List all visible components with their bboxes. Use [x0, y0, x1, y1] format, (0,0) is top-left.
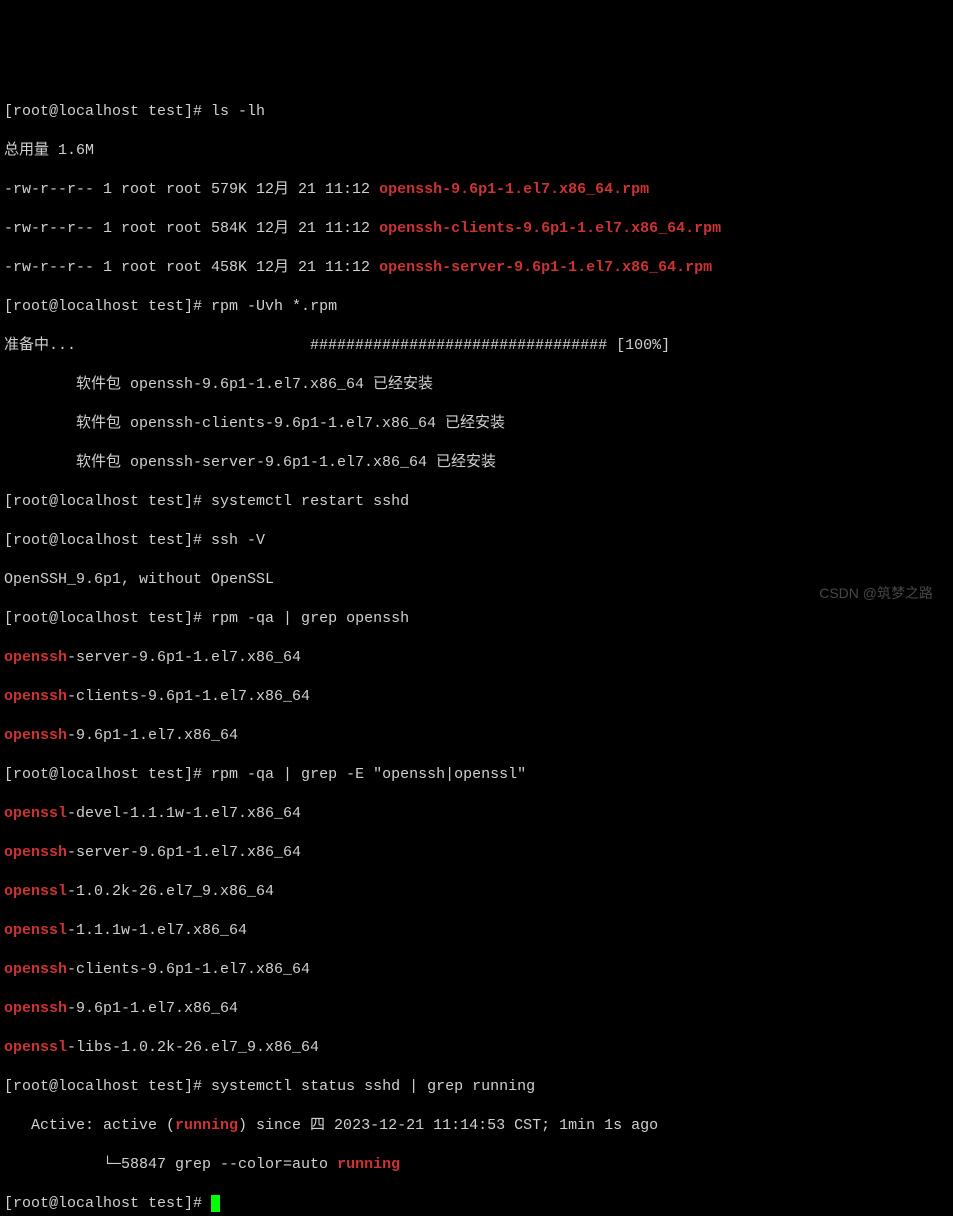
grep-rest: -clients-9.6p1-1.el7.x86_64: [67, 961, 310, 978]
grep-rest: -server-9.6p1-1.el7.x86_64: [67, 844, 301, 861]
grep-match: openssl: [4, 805, 67, 822]
grep-rest: -server-9.6p1-1.el7.x86_64: [67, 649, 301, 666]
filename: openssh-9.6p1-1.el7.x86_64.rpm: [379, 181, 649, 198]
grep-match: openssl: [4, 922, 67, 939]
terminal-output: [root@localhost test]# ls -lh 总用量 1.6M -…: [4, 82, 949, 1216]
grep-rest: -clients-9.6p1-1.el7.x86_64: [67, 688, 310, 705]
ls-perm: -rw-r--r-- 1 root root 579K 12月 21 11:12: [4, 181, 379, 198]
grep-match: openssh: [4, 1000, 67, 1017]
progress-bar: ################################# [100%]: [310, 337, 670, 354]
grep-rest: -9.6p1-1.el7.x86_64: [67, 1000, 238, 1017]
cursor[interactable]: [211, 1195, 220, 1212]
ssh-version: OpenSSH_9.6p1, without OpenSSL: [4, 570, 949, 590]
grep-rest: -devel-1.1.1w-1.el7.x86_64: [67, 805, 301, 822]
grep-rest: -1.1.1w-1.el7.x86_64: [67, 922, 247, 939]
grep-match: openssh: [4, 961, 67, 978]
shell-prompt: [root@localhost test]#: [4, 493, 211, 510]
command: rpm -qa | grep openssh: [211, 610, 409, 627]
status-pre: Active: active (: [31, 1117, 175, 1134]
grep-match: openssl: [4, 883, 67, 900]
filename: openssh-clients-9.6p1-1.el7.x86_64.rpm: [379, 220, 721, 237]
grep-match: openssh: [4, 844, 67, 861]
status-proc: └─58847 grep --color=auto: [103, 1156, 337, 1173]
command: systemctl restart sshd: [211, 493, 409, 510]
command: systemctl status sshd | grep running: [211, 1078, 535, 1095]
grep-rest: -1.0.2k-26.el7_9.x86_64: [67, 883, 274, 900]
pkg-installed: 软件包 openssh-server-9.6p1-1.el7.x86_64 已经…: [4, 453, 949, 473]
status-mid: ) since 四 2023-12-21 11:14:53 CST; 1min …: [238, 1117, 658, 1134]
command: rpm -Uvh *.rpm: [211, 298, 337, 315]
grep-match: openssh: [4, 649, 67, 666]
shell-prompt: [root@localhost test]#: [4, 298, 211, 315]
command: rpm -qa | grep -E "openssh|openssl": [211, 766, 526, 783]
shell-prompt: [root@localhost test]#: [4, 766, 211, 783]
status-running: running: [337, 1156, 400, 1173]
command: ssh -V: [211, 532, 265, 549]
pkg-installed: 软件包 openssh-9.6p1-1.el7.x86_64 已经安装: [4, 375, 949, 395]
ls-total: 总用量 1.6M: [4, 141, 949, 161]
shell-prompt: [root@localhost test]#: [4, 532, 211, 549]
command: ls -lh: [211, 103, 265, 120]
status-running: running: [175, 1117, 238, 1134]
watermark: CSDN @筑梦之路: [819, 584, 933, 602]
grep-match: openssl: [4, 1039, 67, 1056]
ls-perm: -rw-r--r-- 1 root root 584K 12月 21 11:12: [4, 220, 379, 237]
prepare-text: 准备中...: [4, 337, 310, 354]
shell-prompt: [root@localhost test]#: [4, 1078, 211, 1095]
filename: openssh-server-9.6p1-1.el7.x86_64.rpm: [379, 259, 712, 276]
ls-perm: -rw-r--r-- 1 root root 458K 12月 21 11:12: [4, 259, 379, 276]
shell-prompt: [root@localhost test]#: [4, 1195, 211, 1212]
grep-match: openssh: [4, 727, 67, 744]
pkg-installed: 软件包 openssh-clients-9.6p1-1.el7.x86_64 已…: [4, 414, 949, 434]
shell-prompt: [root@localhost test]#: [4, 103, 211, 120]
shell-prompt: [root@localhost test]#: [4, 610, 211, 627]
grep-match: openssh: [4, 688, 67, 705]
grep-rest: -libs-1.0.2k-26.el7_9.x86_64: [67, 1039, 319, 1056]
grep-rest: -9.6p1-1.el7.x86_64: [67, 727, 238, 744]
